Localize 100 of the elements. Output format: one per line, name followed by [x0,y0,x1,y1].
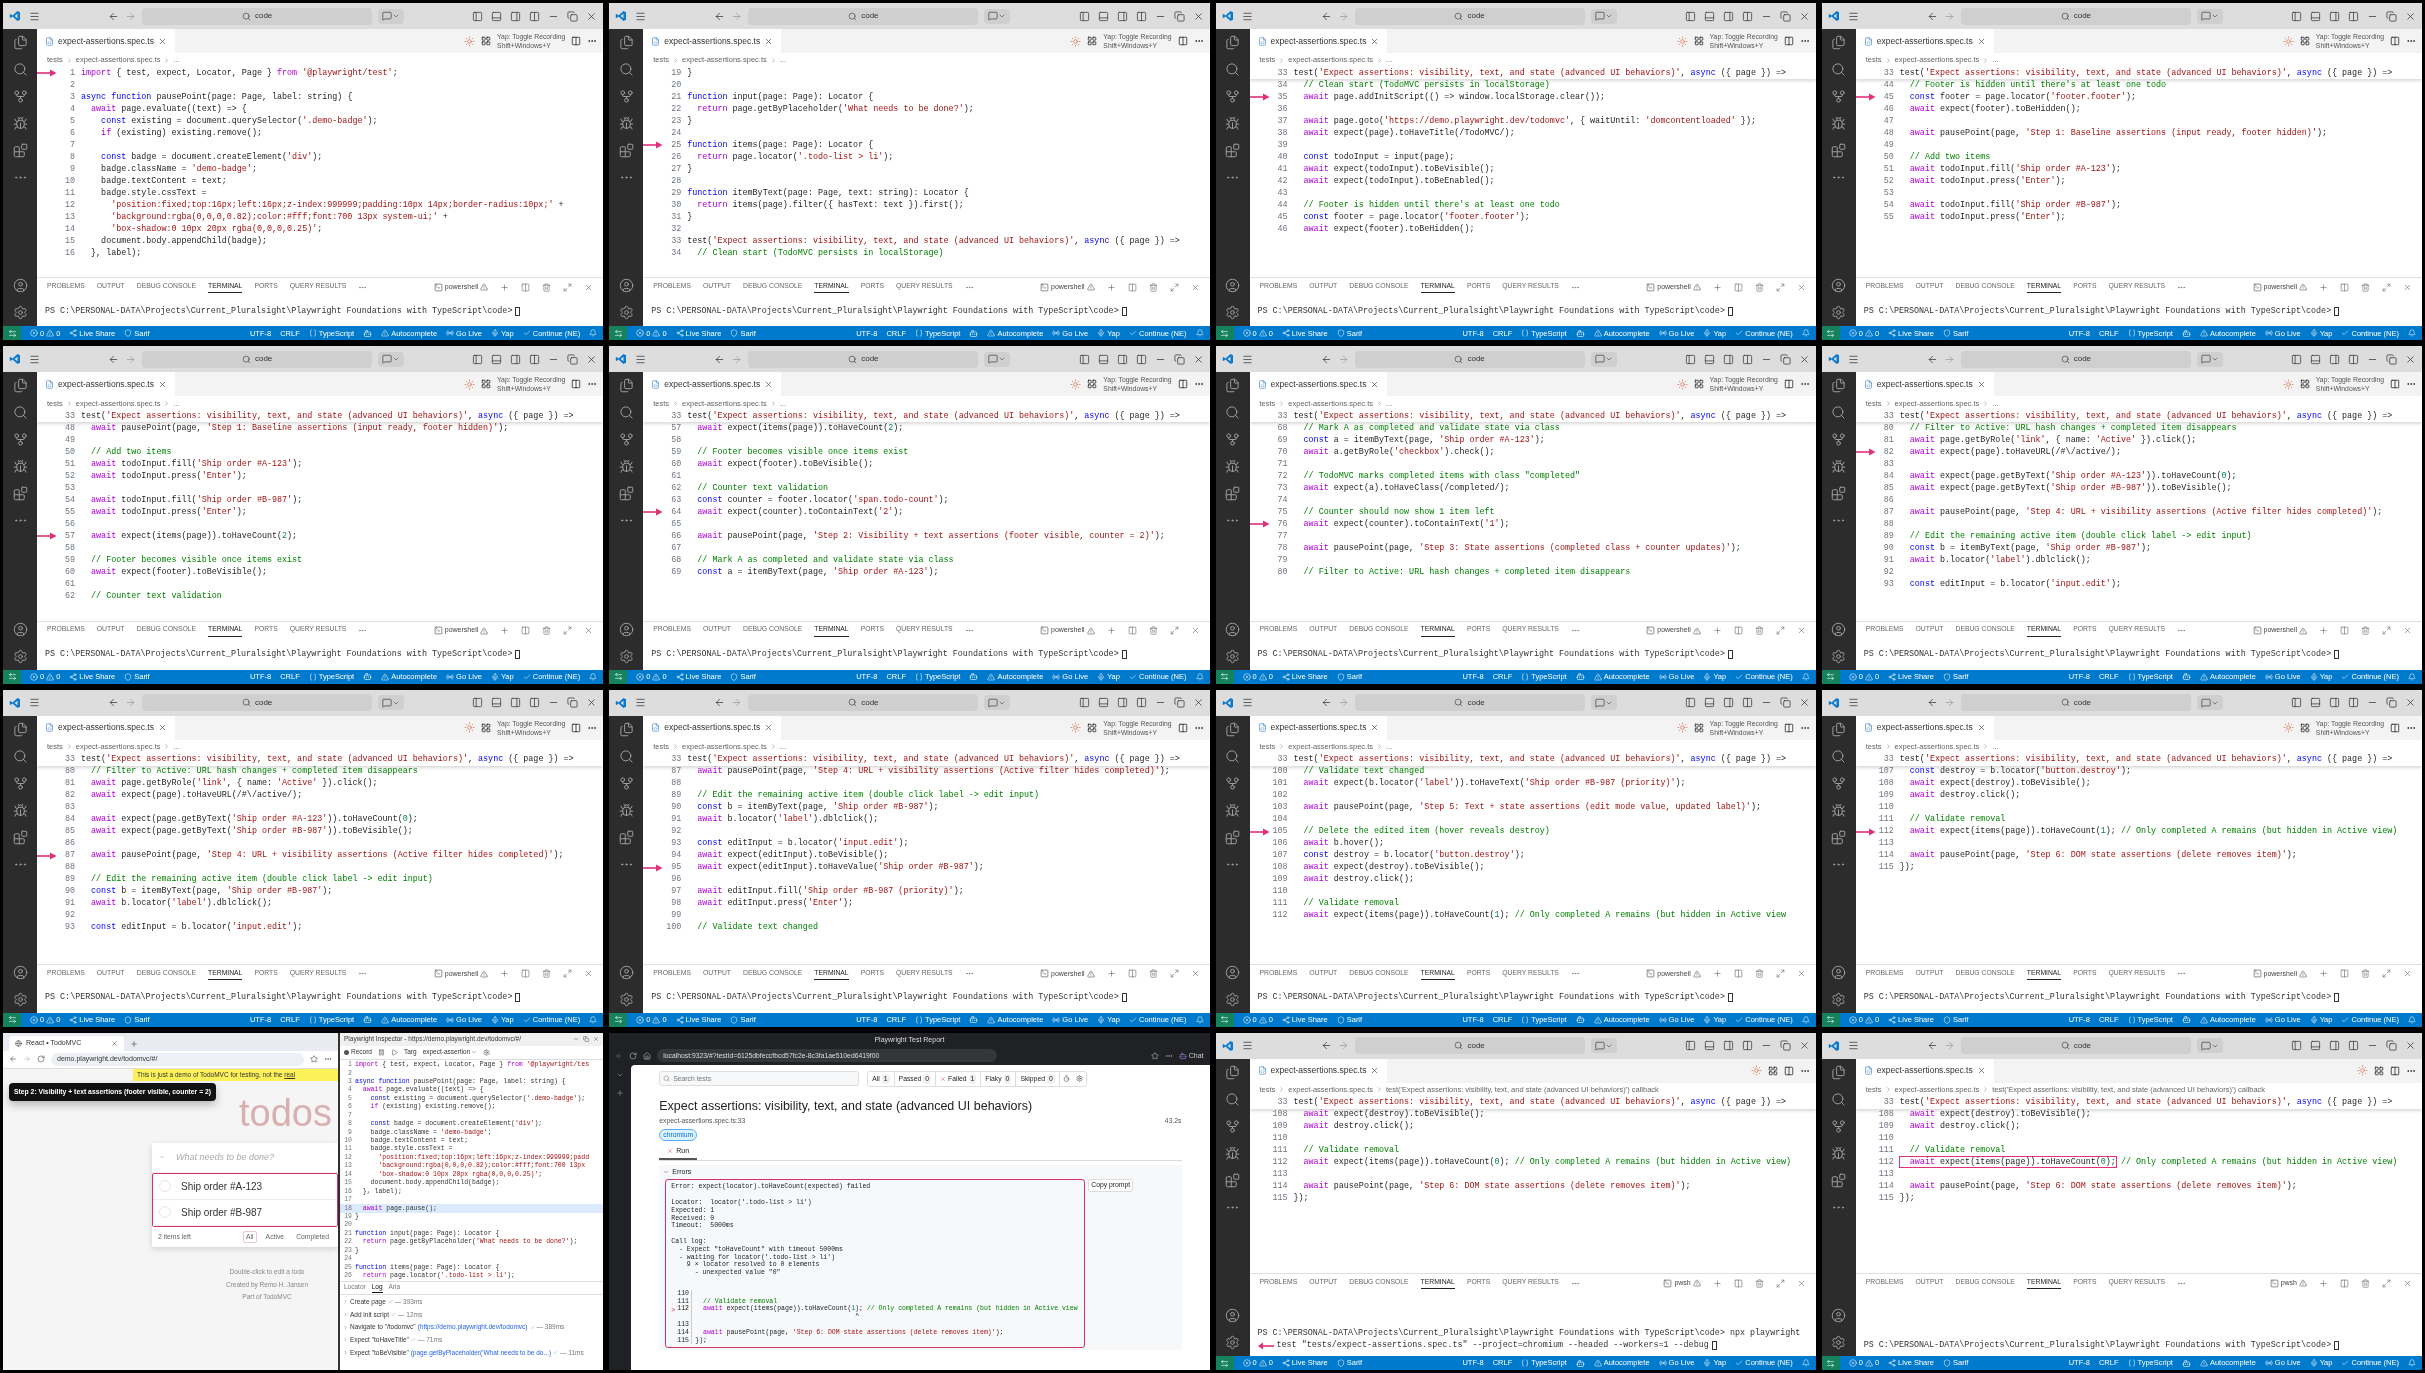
code-line: const a = itemByText(page, 'Ship order #A-123'); [696,565,939,579]
editor-tab[interactable]: expect-assertions.spec.ts [37,29,175,53]
command-search-field[interactable]: code [142,350,373,368]
terminal-line: PS C:\PERSONAL-DATA\Projects\Current_Pluralsight\Playwright Foundations with TypeScript\code> npx playwright [1257,1326,1801,1340]
line-number: 87 [64,849,75,862]
code-line: await expect(destroy).toBeVisible(); [1908,1108,2091,1121]
line-number: 96 [671,873,682,886]
code-line: await expect(todoInput).toBeEnabled(); [1302,174,1495,188]
code-line: await pausePoint(page, 'Step 1: Baseline assertions (input ready, footer hidden)'); [90,421,509,435]
terminal-line: PS C:\PERSONAL-DATA\Projects\Current_Pluralsight\Playwright Foundations with TypeScript\code> [45,648,513,661]
line-number: 107 [1272,849,1288,862]
code-line: await page.goto('https://demo.playwright.dev/todomvc', { waitUntil: 'domcontentloaded' }); [1302,114,1756,128]
line-number: 60 [671,457,682,471]
code-line: return items(page).filter({ hasText: text }).first(); [696,198,964,212]
code-line: await pausePoint(page, 'Step 1: Baseline assertions (input ready, footer hidden)'); [1908,126,2327,140]
terminal-line: PS C:\PERSONAL-DATA\Projects\Current_Pluralsight\Playwright Foundations with TypeScript\code> [651,648,1119,661]
line-number: 113 [1272,1168,1288,1182]
editor-tab[interactable]: expect-assertions.spec.ts [37,372,175,397]
command-search-field[interactable]: code [142,7,373,25]
editor-tab[interactable]: expect-assertions.spec.ts [1249,1058,1388,1083]
line-number: 12 [64,198,75,212]
line-number: 49 [1883,138,1894,152]
command-search-field[interactable]: code [1354,7,1585,25]
code-line: // Mark A as completed and validate state via class [696,553,954,567]
command-search-field[interactable]: code [1960,1037,2191,1055]
line-number: 73 [1277,481,1288,495]
line-number: 80 [64,765,75,778]
line-number: 108 [1272,861,1288,874]
code-line: // Validate text changed [696,921,818,934]
code-line: await expect(items(page)).toHaveCount(0); // Only completed A remains (but hidden in Active view) [1302,1156,1792,1170]
line-number: 59 [64,553,75,567]
line-number: 114 [1878,849,1894,862]
command-search-field[interactable]: code [1960,350,2191,368]
command-search-field[interactable]: code [1354,694,1585,711]
line-number: 33 [1277,1096,1288,1110]
command-search-field[interactable]: code [142,694,373,711]
todo-item[interactable]: Ship order #A-123 [181,1178,263,1194]
command-search-field[interactable]: code [748,350,979,368]
line-number: 61 [671,469,682,483]
line-number: 84 [64,813,75,826]
editor-tab[interactable]: expect-assertions.spec.ts [643,372,782,397]
editor-tab[interactable]: expect-assertions.spec.ts [1855,1058,1994,1083]
editor-tab[interactable]: expect-assertions.spec.ts [1249,715,1388,740]
line-number: 15 [64,234,75,248]
editor-tab[interactable]: expect-assertions.spec.ts [1855,372,1994,397]
code-line: import { test, expect, Locator, Page } from '@playwright/test'; [81,67,398,80]
editor-tab[interactable]: expect-assertions.spec.ts [643,715,782,740]
command-search-field[interactable]: code [1354,1037,1585,1055]
code-line: badge.style.cssText = [100,186,207,200]
line-number: 111 [1878,813,1894,826]
line-number: 9 [69,162,75,176]
command-search-field[interactable]: code [1960,694,2191,711]
code-line: // Footer is hidden until there's at least one todo [1908,78,2167,92]
line-number: 46 [1883,102,1894,116]
code-line: await a.getByRole('checkbox').check(); [1302,445,1495,459]
line-number: 20 [671,78,682,92]
line-number: 87 [671,765,682,778]
editor-tab[interactable]: expect-assertions.spec.ts [1249,29,1388,53]
line-number: 48 [1883,126,1894,140]
code-line: await editInput.press('Enter'); [696,897,854,910]
line-number: 67 [671,541,682,555]
line-number: 19 [671,67,682,80]
code-line: const b = itemByText(page, 'Ship order #B-987'); [90,885,333,898]
code-line: const todoInput = input(page); [1302,150,1455,164]
code-line: await expect(editInput).toHaveValue('Ship order #B-987'); [696,861,984,874]
command-search-field[interactable]: code [748,694,979,711]
editor-tab[interactable]: expect-assertions.spec.ts [1249,372,1388,397]
code-line: await todoInput.fill('Ship order #A-123'); [90,457,303,471]
line-number: 86 [64,837,75,850]
code-line: await b.locator('label').dblclick(); [90,897,273,910]
code-line: test('Expect assertions: visibility, text, and state (advanced UI behaviors)', async ({ page }) => [1293,753,1787,766]
editor-tab[interactable]: expect-assertions.spec.ts [37,715,175,740]
line-number: 50 [1883,150,1894,164]
terminal-line: test "tests/expect-assertions.spec.ts" --project=chromium --headed --workers=1 --debug [1276,1339,1709,1352]
line-number: 90 [671,801,682,814]
line-number: 112 [1272,1156,1288,1170]
code-line: } [687,67,693,80]
command-search-field[interactable]: code [748,7,979,25]
line-number: 100 [666,921,682,934]
line-number: 52 [64,469,75,483]
command-search-field[interactable]: code [1960,7,2191,25]
line-number: 110 [1272,885,1288,898]
todo-item[interactable]: Ship order #B-987 [181,1204,263,1220]
line-number: 111 [1272,897,1288,910]
line-number: 89 [671,789,682,802]
line-number: 68 [671,553,682,567]
code-line: }, label); [90,246,142,260]
terminal-line: PS C:\PERSONAL-DATA\Projects\Current_Pluralsight\Playwright Foundations with TypeScript\code> [45,991,513,1005]
code-line: await pausePoint(page, 'Step 4: URL + visibility assertions (Active filter hides completed)'); [696,765,1170,778]
code-line: await expect(items(page)).toHaveCount(2); [90,529,298,543]
command-search-field[interactable]: code [1354,350,1585,368]
editor-tab[interactable]: expect-assertions.spec.ts [1855,29,1994,53]
editor-tab[interactable]: expect-assertions.spec.ts [1855,715,1994,740]
line-number: 93 [64,921,75,934]
line-number: 108 [1272,1108,1288,1122]
terminal-line: PS C:\PERSONAL-DATA\Projects\Current_Pluralsight\Playwright Foundations with TypeScript\code> [1863,991,2332,1005]
code-line: // Clean start (TodoMVC persists in localStorage) [696,246,944,260]
editor-tab[interactable]: expect-assertions.spec.ts [643,29,782,53]
code-line: // Counter text validation [90,589,222,603]
line-number: 53 [1883,186,1894,200]
